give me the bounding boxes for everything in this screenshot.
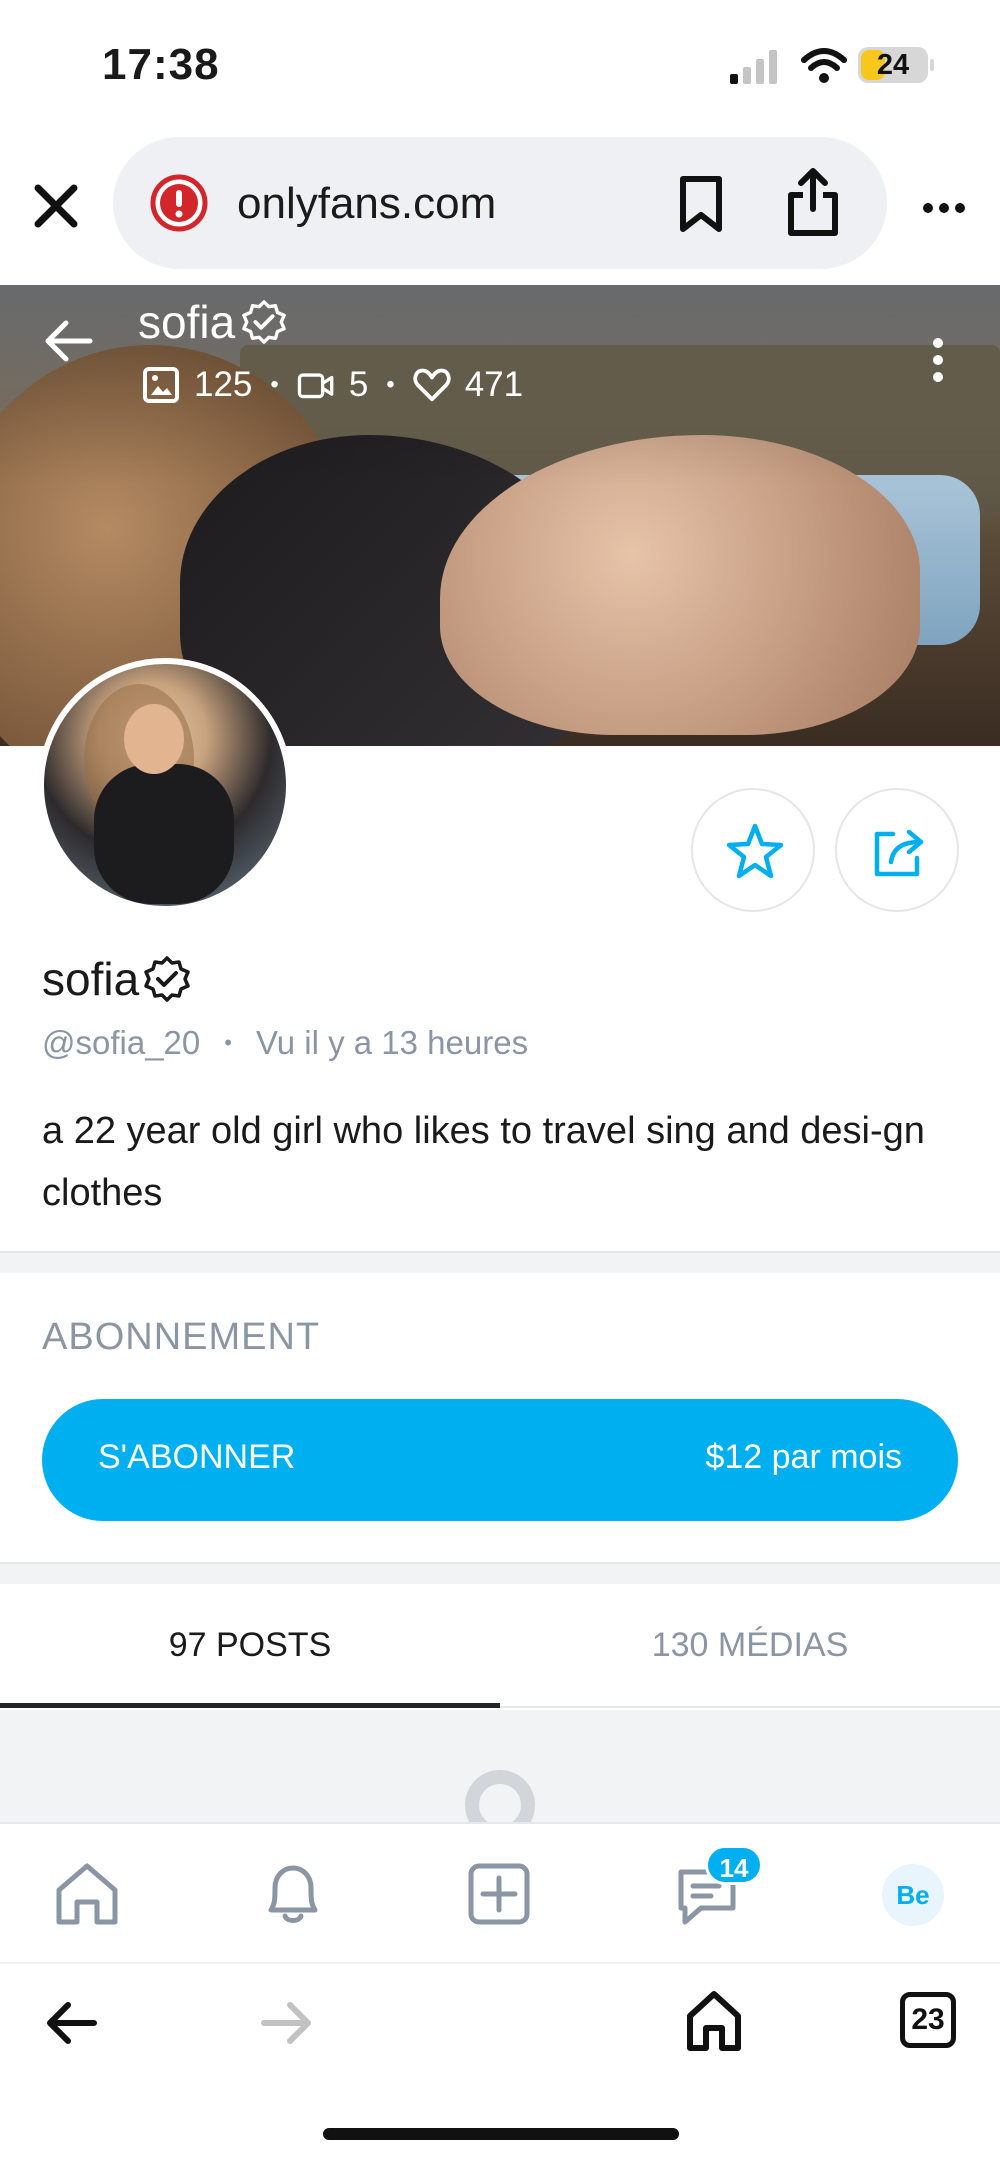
- cover-stats: 125 • 5 • 471: [142, 365, 523, 405]
- section-divider: [0, 1251, 1000, 1273]
- subscribe-button[interactable]: S'ABONNER $12 par mois: [42, 1399, 958, 1521]
- add-post-icon[interactable]: [463, 1858, 535, 1930]
- share-out-icon: [874, 829, 924, 877]
- loading-spinner: [465, 1770, 535, 1822]
- forward-icon[interactable]: [260, 2000, 314, 2046]
- share-profile-button[interactable]: [835, 788, 959, 912]
- avatar[interactable]: [38, 658, 292, 912]
- subscribe-label: S'ABONNER: [98, 1438, 296, 1476]
- share-icon[interactable]: [785, 167, 841, 237]
- subscription-heading: ABONNEMENT: [42, 1316, 321, 1358]
- content-tabs: 97 POSTS 130 MÉDIAS: [0, 1583, 1000, 1708]
- cover-name: sofia: [138, 295, 287, 349]
- browser-bottom-nav: 23: [0, 1962, 1000, 2082]
- battery-icon: 24: [858, 47, 934, 83]
- profile-name-text: sofia: [42, 953, 140, 1005]
- url-text[interactable]: onlyfans.com: [237, 179, 496, 229]
- profile-bio: a 22 year old girl who likes to travel s…: [42, 1110, 925, 1214]
- bell-icon[interactable]: [257, 1858, 329, 1930]
- cover-name-text: sofia: [138, 296, 236, 348]
- posts-feed: [0, 1710, 1000, 1822]
- video-icon: [297, 373, 334, 399]
- cellular-signal-icon: [730, 50, 777, 84]
- messages-badge: 14: [705, 1845, 763, 1885]
- home-indicator[interactable]: [323, 2128, 679, 2140]
- photo-count: 125: [194, 365, 253, 404]
- tab-posts[interactable]: 97 POSTS: [0, 1583, 500, 1708]
- tab-media[interactable]: 130 MÉDIAS: [500, 1583, 1000, 1708]
- app-bottom-nav: 14 Be: [0, 1822, 1000, 1962]
- back-icon[interactable]: [44, 2000, 98, 2046]
- verified-icon: [144, 956, 190, 1002]
- profile-name: sofia: [42, 952, 191, 1006]
- status-bar: 17:38 24: [0, 0, 1000, 130]
- vertical-dots-icon[interactable]: [930, 337, 946, 383]
- battery-level: 24: [876, 49, 910, 81]
- subscribe-price: $12 par mois: [705, 1438, 902, 1476]
- profile-handle: @sofia_20: [42, 1024, 201, 1061]
- image-icon: [143, 367, 179, 403]
- last-seen: Vu il y a 13 heures: [255, 1024, 529, 1061]
- heart-icon: [413, 368, 451, 402]
- back-arrow-icon[interactable]: [42, 319, 94, 363]
- address-bar[interactable]: onlyfans.com: [113, 137, 887, 269]
- tab-switcher-button[interactable]: 23: [900, 1992, 956, 2048]
- star-icon: [726, 823, 784, 879]
- bookmark-icon[interactable]: [677, 175, 725, 233]
- profile-meta: @sofia_20 • Vu il y a 13 heures: [42, 1024, 529, 1061]
- more-icon[interactable]: [920, 188, 968, 228]
- section-divider: [0, 1562, 1000, 1584]
- video-count: 5: [348, 365, 369, 404]
- verified-icon: [242, 300, 286, 344]
- favorite-button[interactable]: [691, 788, 815, 912]
- browser-toolbar: onlyfans.com: [0, 130, 1000, 286]
- status-time: 17:38: [102, 40, 220, 89]
- warning-icon[interactable]: [150, 174, 208, 232]
- active-tab-indicator: [0, 1703, 500, 1708]
- home-icon[interactable]: [51, 1858, 123, 1930]
- user-avatar[interactable]: Be: [882, 1864, 944, 1926]
- like-count: 471: [464, 365, 524, 404]
- close-icon[interactable]: [30, 180, 82, 232]
- wifi-icon: [801, 48, 847, 83]
- home-icon[interactable]: [684, 1988, 744, 2052]
